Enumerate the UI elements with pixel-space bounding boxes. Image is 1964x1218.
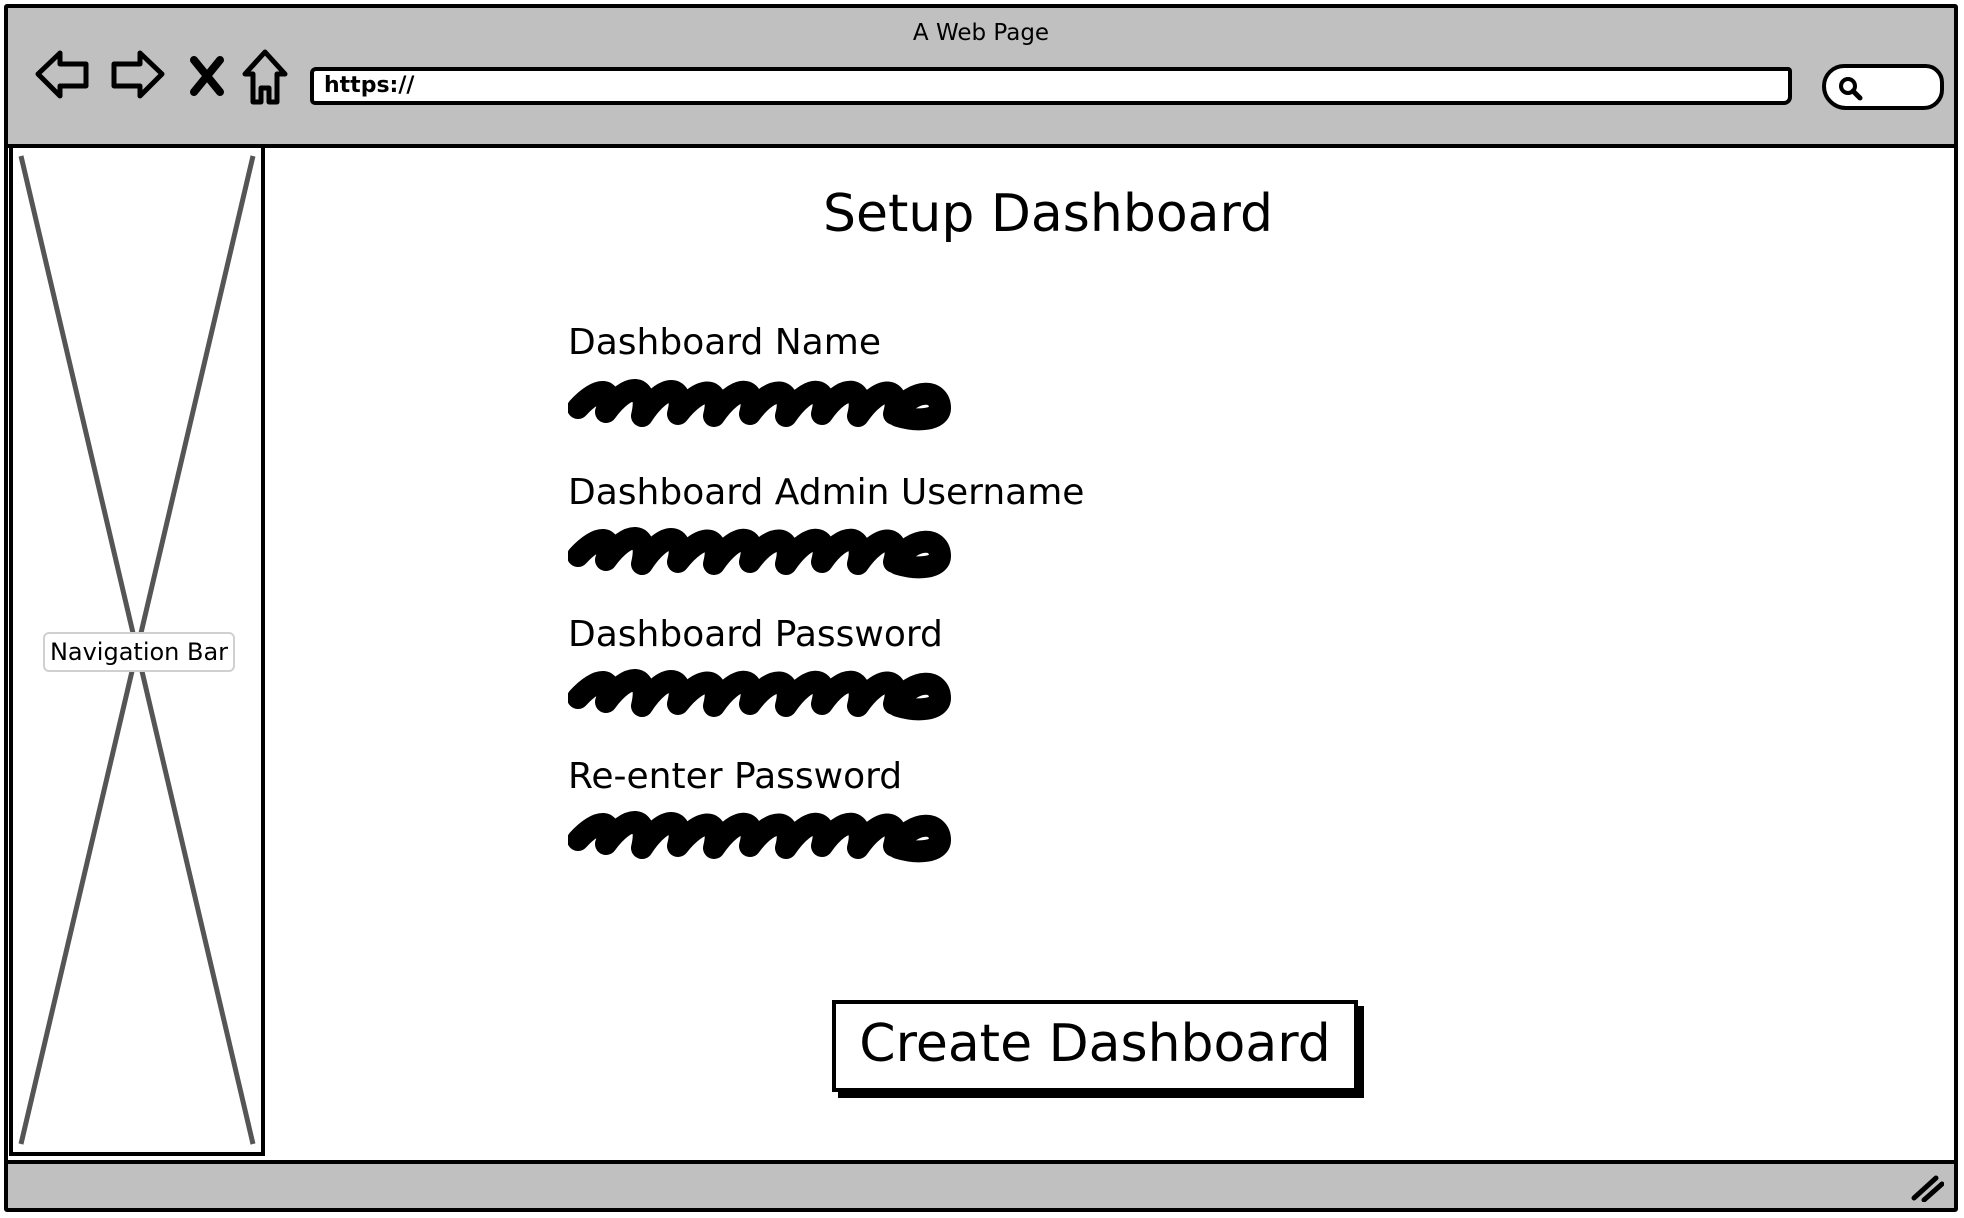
status-bar (8, 1160, 1954, 1208)
navigation-bar-label: Navigation Bar (43, 632, 235, 672)
create-dashboard-button[interactable]: Create Dashboard (832, 1000, 1358, 1092)
forward-arrow-icon[interactable] (108, 48, 166, 100)
url-input[interactable]: https:// (310, 67, 1792, 105)
browser-window: A Web Page https:// Navigation Bar Setup… (4, 4, 1958, 1212)
password-field[interactable] (568, 662, 960, 722)
browser-search-box[interactable] (1822, 64, 1944, 110)
browser-chrome: A Web Page https:// (8, 8, 1954, 148)
navigation-bar-placeholder: Navigation Bar (9, 144, 265, 1156)
reenter-password-label: Re-enter Password (568, 756, 903, 797)
window-title: A Web Page (912, 20, 1050, 46)
dashboard-name-label: Dashboard Name (568, 322, 881, 363)
back-arrow-icon[interactable] (34, 48, 92, 100)
reenter-password-field[interactable] (568, 804, 960, 864)
stop-x-icon[interactable] (188, 56, 226, 96)
page-title: Setup Dashboard (823, 184, 1273, 244)
dashboard-name-field[interactable] (568, 372, 960, 432)
resize-handle-icon[interactable] (1910, 1172, 1944, 1202)
password-label: Dashboard Password (568, 614, 943, 655)
admin-username-field[interactable] (568, 520, 960, 580)
admin-username-label: Dashboard Admin Username (568, 472, 1085, 513)
search-icon (1839, 77, 1863, 101)
home-icon[interactable] (240, 48, 290, 108)
